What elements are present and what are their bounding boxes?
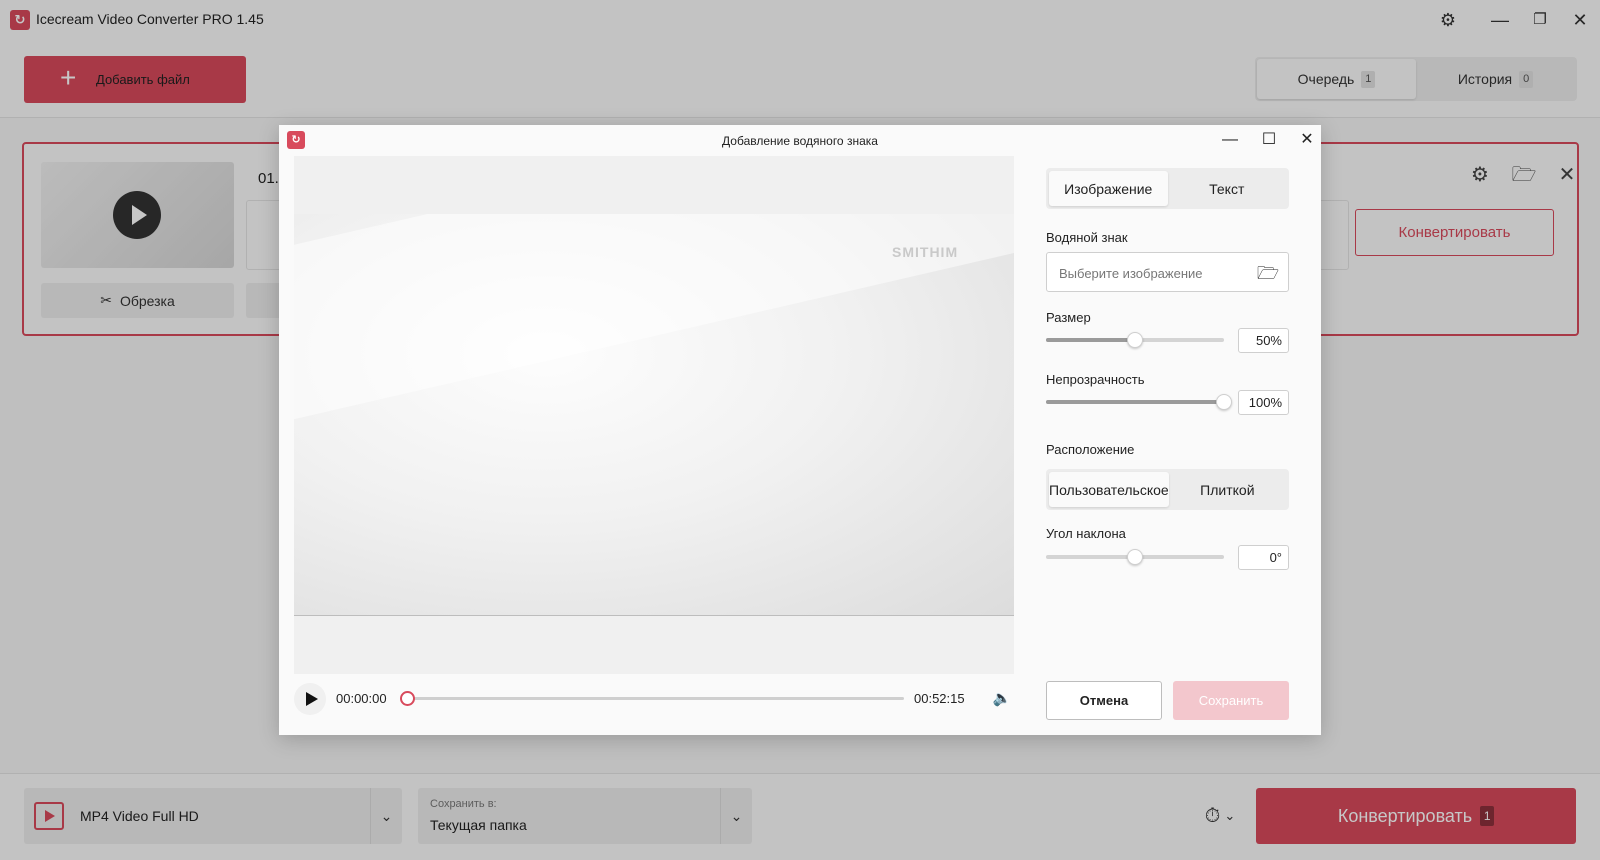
size-slider-thumb[interactable] (1127, 332, 1143, 348)
video-watermark-text: SMITHIM (892, 244, 959, 260)
watermark-dialog: ↻ Добавление водяного знака — ☐ ✕ SMITHI… (279, 125, 1321, 735)
angle-slider-thumb[interactable] (1127, 549, 1143, 565)
play-icon[interactable] (294, 683, 326, 715)
angle-label: Угол наклона (1046, 526, 1126, 541)
size-value-field[interactable]: 50% (1238, 328, 1289, 353)
dialog-close-button[interactable]: ✕ (1293, 128, 1321, 152)
save-button[interactable]: Сохранить (1173, 681, 1289, 720)
size-slider-fill (1046, 338, 1135, 342)
position-label: Расположение (1046, 442, 1135, 457)
seek-handle[interactable] (400, 691, 415, 706)
watermark-settings-panel: Изображение Текст Водяной знак Выберите … (1046, 125, 1296, 735)
opacity-slider-fill (1046, 400, 1224, 404)
video-frame: SMITHIM (294, 214, 1014, 616)
player-controls: 00:00:00 00:52:15 🔈 (294, 674, 1014, 726)
size-label: Размер (1046, 310, 1091, 325)
cancel-button[interactable]: Отмена (1046, 681, 1162, 720)
opacity-slider-thumb[interactable] (1216, 394, 1232, 410)
volume-icon[interactable]: 🔈 (991, 689, 1013, 709)
opacity-label: Непрозрачность (1046, 372, 1145, 387)
video-preview[interactable]: SMITHIM (294, 156, 1014, 674)
watermark-type-tabs: Изображение Текст (1046, 168, 1289, 209)
size-slider[interactable] (1046, 332, 1224, 348)
watermark-placeholder: Выберите изображение (1059, 266, 1203, 281)
tab-text[interactable]: Текст (1168, 171, 1287, 206)
opacity-value-field[interactable]: 100% (1238, 390, 1289, 415)
total-time: 00:52:15 (914, 691, 965, 706)
tab-tile-position[interactable]: Плиткой (1169, 472, 1286, 507)
seek-bar[interactable] (407, 697, 904, 700)
angle-slider[interactable] (1046, 549, 1224, 565)
opacity-slider[interactable] (1046, 394, 1232, 410)
watermark-image-input[interactable]: Выберите изображение 🗁 (1046, 252, 1289, 292)
angle-value-field[interactable]: 0° (1238, 545, 1289, 570)
tab-image[interactable]: Изображение (1049, 171, 1168, 206)
open-folder-icon[interactable]: 🗁 (1256, 261, 1280, 285)
watermark-label: Водяной знак (1046, 230, 1128, 245)
tab-custom-position[interactable]: Пользовательское (1049, 472, 1169, 507)
position-mode-tabs: Пользовательское Плиткой (1046, 469, 1289, 510)
current-time: 00:00:00 (336, 691, 387, 706)
